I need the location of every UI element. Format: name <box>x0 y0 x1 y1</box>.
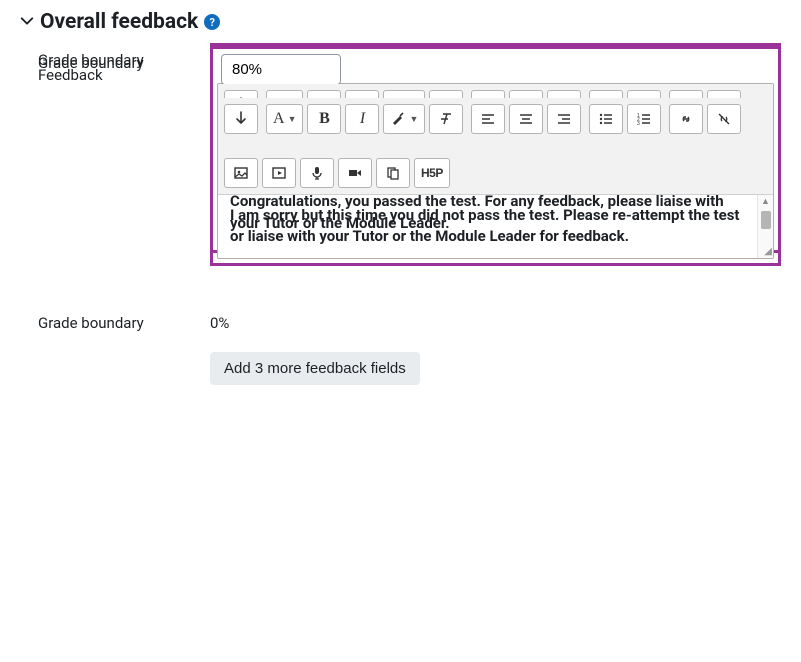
grade-boundary-input[interactable] <box>221 54 341 85</box>
bullet-list-button[interactable] <box>589 104 623 134</box>
scroll-thumb[interactable] <box>761 211 771 229</box>
feedback-highlight-frame: A▼ B I ▼ 123 <box>210 43 781 267</box>
help-icon[interactable]: ? <box>204 14 220 30</box>
feedback-editor: A▼ B I ▼ 123 <box>217 97 774 260</box>
link-button[interactable] <box>669 104 703 134</box>
label-feedback: Feedback <box>20 58 210 84</box>
editor-scrollbar[interactable]: ▲ ◢ <box>757 195 773 259</box>
image-button[interactable] <box>224 158 258 188</box>
align-center-button[interactable] <box>509 104 543 134</box>
section-header[interactable]: Overall feedback ? <box>20 10 781 34</box>
video-button[interactable] <box>338 158 372 188</box>
align-right-button[interactable] <box>547 104 581 134</box>
feedback-content[interactable]: I am sorry but this time you did not pas… <box>218 195 757 259</box>
scroll-up-arrow[interactable]: ▲ <box>758 195 773 209</box>
section-title: Overall feedback <box>40 10 198 34</box>
svg-text:3: 3 <box>637 121 640 127</box>
align-left-button[interactable] <box>471 104 505 134</box>
highlight-button[interactable]: ▼ <box>383 104 425 134</box>
bold-button[interactable]: B <box>307 104 341 134</box>
italic-button[interactable]: I <box>345 104 379 134</box>
microphone-button[interactable] <box>300 158 334 188</box>
resize-handle[interactable]: ◢ <box>758 248 773 258</box>
numbered-list-button[interactable]: 123 <box>627 104 661 134</box>
unlink-button[interactable] <box>707 104 741 134</box>
clear-format-button[interactable] <box>429 104 463 134</box>
toggle-toolbar-button[interactable] <box>224 104 258 134</box>
files-button[interactable] <box>376 158 410 188</box>
media-button[interactable] <box>262 158 296 188</box>
chevron-down-icon <box>20 14 34 31</box>
editor-toolbar: A▼ B I ▼ 123 <box>218 98 773 195</box>
styles-button[interactable]: A▼ <box>266 104 303 134</box>
label-grade-boundary: Grade boundary <box>20 306 210 332</box>
grade-boundary-value: 0% <box>210 306 781 334</box>
h5p-button[interactable]: H5P <box>414 158 450 188</box>
add-more-fields-button[interactable]: Add 3 more feedback fields <box>210 352 420 385</box>
